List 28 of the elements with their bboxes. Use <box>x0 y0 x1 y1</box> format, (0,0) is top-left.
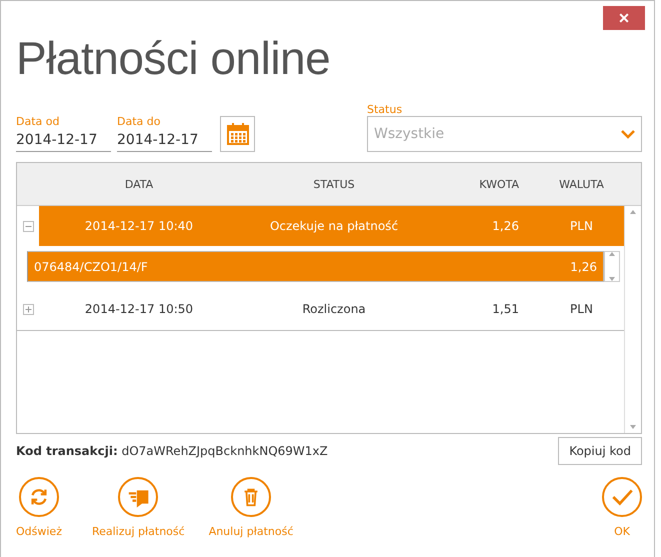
table-cell-text: Rozliczona <box>301 301 367 318</box>
column-header[interactable]: STATUS <box>239 178 429 190</box>
column-header[interactable]: DATA <box>39 178 239 190</box>
collapse-icon[interactable] <box>23 220 34 232</box>
copy-code-button[interactable]: Kopiuj kod <box>558 437 642 465</box>
calendar-icon <box>226 122 250 146</box>
scroll-down-arrow-icon[interactable] <box>630 425 636 429</box>
status-label: Status <box>367 103 404 116</box>
table-cell-text: PLN <box>569 301 594 318</box>
table-cell: PLN <box>539 206 624 246</box>
chevron-down-icon <box>621 130 635 138</box>
table-cell: 1,26 <box>429 206 539 246</box>
column-header[interactable]: WALUTA <box>539 178 624 190</box>
transaction-code: Kod transakcji: dO7aWRehZJpqBcknhkNQ69W1xZ <box>16 444 328 458</box>
column-header[interactable]: KWOTA <box>429 178 539 190</box>
date-from-field[interactable]: Data od 2014-12-17 <box>16 115 111 152</box>
table-cell-text: 2014-12-17 10:50 <box>84 301 194 318</box>
expand-icon[interactable] <box>23 304 34 314</box>
table-cell: Oczekuje na płatność <box>239 206 429 246</box>
table-cell: 2014-12-17 10:40 <box>39 206 239 246</box>
close-button[interactable]: × <box>603 6 645 30</box>
window-title: Płatności online <box>16 31 332 86</box>
table-cell-text: 1,51 <box>491 301 520 318</box>
scroll-up-arrow-icon[interactable] <box>609 252 615 256</box>
scroll-up-arrow-icon[interactable] <box>630 210 636 214</box>
calendar-button[interactable] <box>220 116 255 152</box>
scroll-down-arrow-icon[interactable] <box>609 277 615 281</box>
date-to-field[interactable]: Data do 2014-12-17 <box>117 115 212 152</box>
